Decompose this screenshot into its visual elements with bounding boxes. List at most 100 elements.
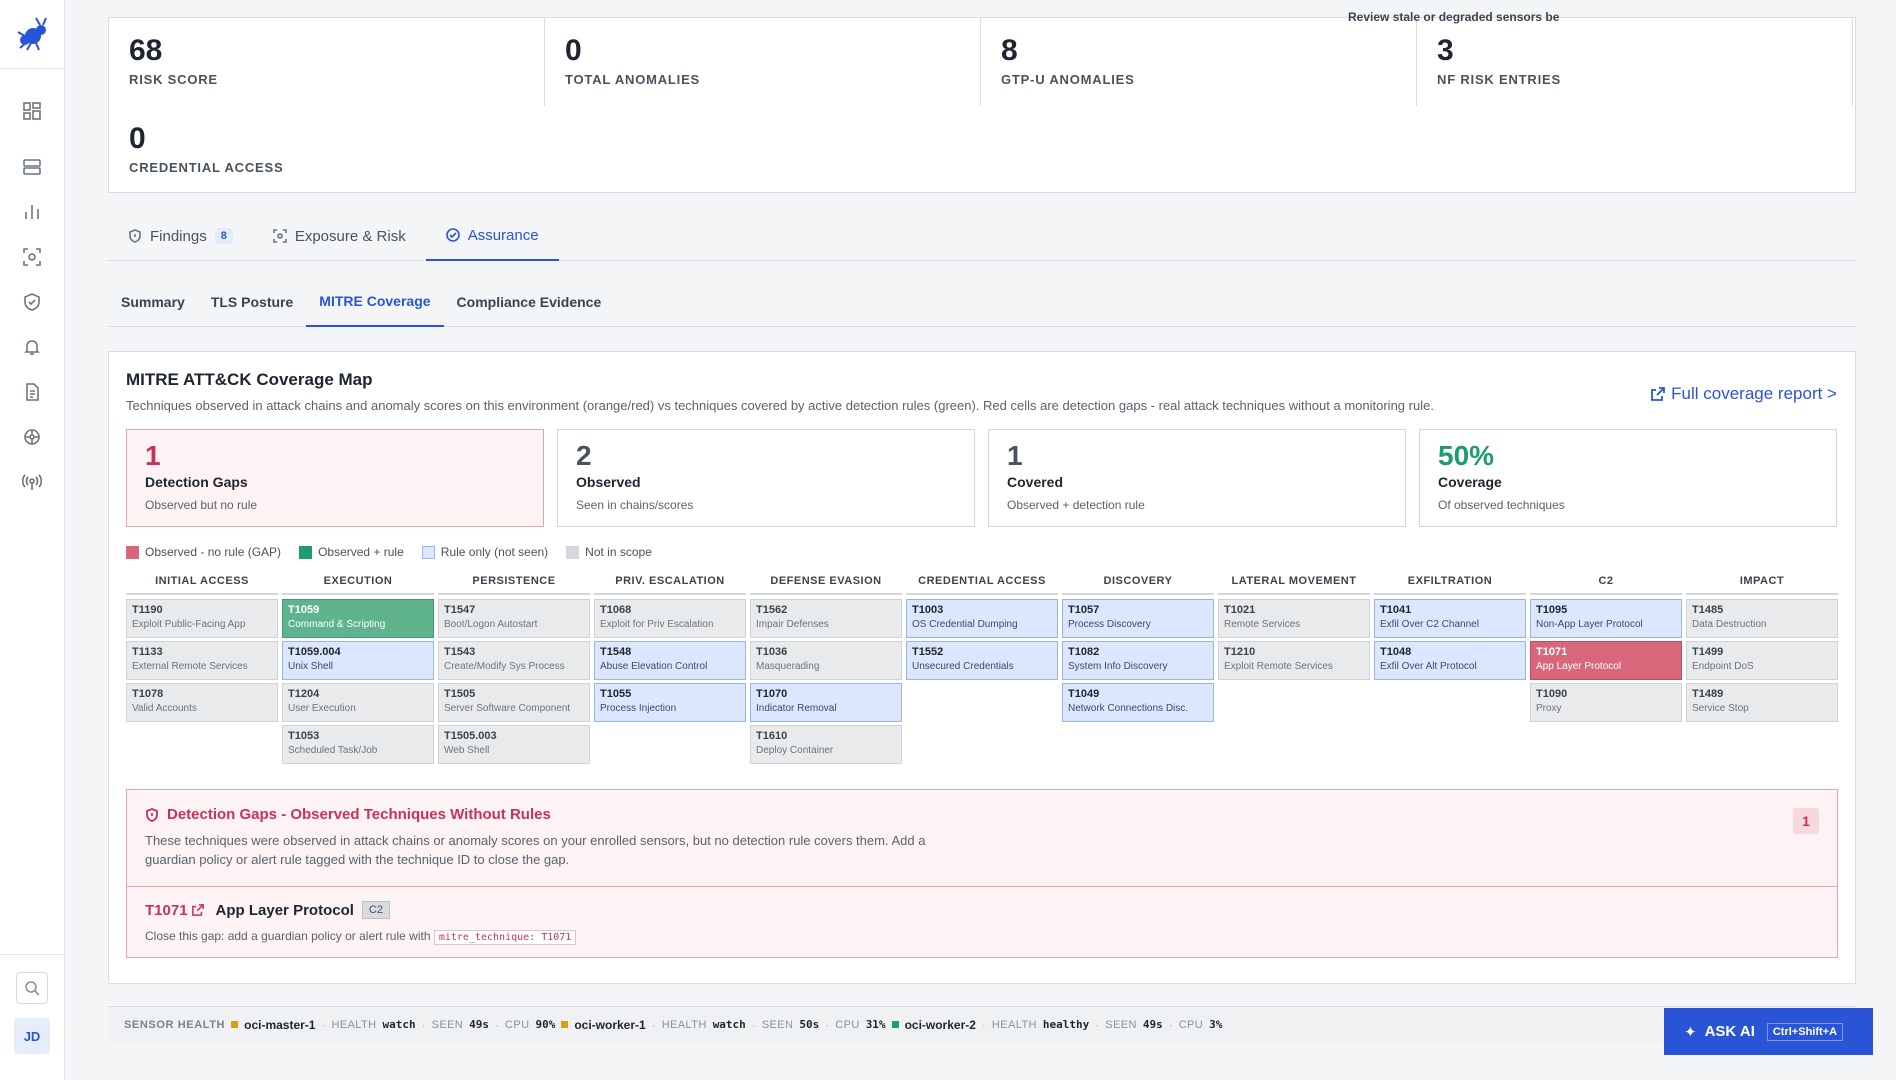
sidebar-search-button[interactable] [16, 972, 48, 1004]
gap-technique-link[interactable]: T1071 [145, 902, 204, 919]
tactic-column: C2 T1095 Non-App Layer Protocol T1071 App La… [1530, 575, 1682, 767]
ask-ai-shortcut: Ctrl+Shift+A [1766, 1022, 1844, 1041]
technique-id: T1059 [288, 604, 320, 616]
separator-dot: · [751, 1017, 756, 1032]
legend: Observed - no rule (GAP) Observed + rule R… [126, 545, 1838, 559]
technique-cell[interactable]: T1021 Remote Services [1218, 599, 1370, 638]
scan-icon[interactable] [20, 245, 44, 269]
tactic-column: PERSISTENCE T1547 Boot/Logon Autostart T154… [438, 575, 590, 767]
technique-id: T1095 [1536, 604, 1568, 616]
technique-cell[interactable]: T1048 Exfil Over Alt Protocol [1374, 641, 1526, 680]
tactic-column: INITIAL ACCESS T1190 Exploit Public-Facing… [126, 575, 278, 767]
sensor-health-label: SENSOR HEALTH [124, 1018, 226, 1031]
ask-ai-button[interactable]: ✦ ASK AI Ctrl+Shift+A [1664, 1008, 1873, 1055]
kpi-coverage: 50% Coverage Of observed techniques [1419, 429, 1837, 527]
technique-id: T1499 [1692, 646, 1724, 658]
kpi-covered: 1 Covered Observed + detection rule [988, 429, 1406, 527]
technique-id: T1041 [1380, 604, 1412, 616]
technique-cell[interactable]: T1059 Command & Scripting [282, 599, 434, 638]
technique-cell[interactable]: T1505 Server Software Component [438, 683, 590, 722]
technique-cell[interactable]: T1489 Service Stop [1686, 683, 1838, 722]
tab-findings[interactable]: Findings 8 [108, 211, 253, 261]
bar-chart-icon[interactable] [20, 200, 44, 224]
technique-name: Unsecured Credentials [912, 661, 1014, 672]
technique-id: T1204 [288, 688, 320, 700]
technique-cell[interactable]: T1090 Proxy [1530, 683, 1682, 722]
gap-hint: Close this gap: add a guardian policy or… [145, 929, 1819, 945]
technique-cell[interactable]: T1003 OS Credential Dumping [906, 599, 1058, 638]
technique-name: Exploit for Priv Escalation [600, 619, 714, 630]
technique-cell[interactable]: T1095 Non-App Layer Protocol [1530, 599, 1682, 638]
network-icon[interactable] [20, 425, 44, 449]
technique-cell[interactable]: T1505.003 Web Shell [438, 725, 590, 764]
legend-label: Not in scope [585, 545, 652, 559]
technique-cell[interactable]: T1499 Endpoint DoS [1686, 641, 1838, 680]
full-coverage-report-link[interactable]: Full coverage report > [1651, 384, 1837, 404]
technique-cell[interactable]: T1543 Create/Modify Sys Process [438, 641, 590, 680]
antenna-icon[interactable] [20, 470, 44, 494]
technique-name: Remote Services [1224, 619, 1301, 630]
technique-name: Scheduled Task/Job [288, 745, 378, 756]
legend-swatch [421, 545, 435, 559]
technique-id: T1070 [756, 688, 788, 700]
shield-icon[interactable] [20, 290, 44, 314]
technique-name: Non-App Layer Protocol [1536, 619, 1643, 630]
technique-cell[interactable]: T1059.004 Unix Shell [282, 641, 434, 680]
technique-cell[interactable]: T1562 Impair Defenses [750, 599, 902, 638]
technique-cell[interactable]: T1041 Exfil Over C2 Channel [1374, 599, 1526, 638]
technique-cell[interactable]: T1055 Process Injection [594, 683, 746, 722]
bell-icon[interactable] [20, 335, 44, 359]
tactic-column: EXFILTRATION T1041 Exfil Over C2 Channel T1… [1374, 575, 1526, 767]
technique-name: Network Connections Disc. [1068, 703, 1189, 714]
technique-cell[interactable]: T1049 Network Connections Disc. [1062, 683, 1214, 722]
technique-cell[interactable]: T1053 Scheduled Task/Job [282, 725, 434, 764]
technique-cell[interactable]: T1071 App Layer Protocol [1530, 641, 1682, 680]
technique-cell[interactable]: T1204 User Execution [282, 683, 434, 722]
legend-item: Not in scope [566, 545, 652, 559]
technique-cell[interactable]: T1547 Boot/Logon Autostart [438, 599, 590, 638]
document-icon[interactable] [20, 380, 44, 404]
sensor-status-dot [891, 1021, 899, 1028]
technique-cell[interactable]: T1485 Data Destruction [1686, 599, 1838, 638]
stat-nf-risk-entries: 3 NF RISK ENTRIES [1417, 18, 1853, 106]
technique-cell[interactable]: T1057 Process Discovery [1062, 599, 1214, 638]
subtab-mitre-coverage[interactable]: MITRE Coverage [306, 277, 444, 327]
stat-risk-score: 68 RISK SCORE [109, 18, 545, 106]
ant-logo-icon[interactable] [12, 14, 52, 54]
stat-label: CREDENTIAL ACCESS [129, 160, 284, 175]
tactic-header: INITIAL ACCESS [126, 575, 278, 595]
technique-cell[interactable]: T1068 Exploit for Priv Escalation [594, 599, 746, 638]
technique-cell[interactable]: T1552 Unsecured Credentials [906, 641, 1058, 680]
kpi-value: 1 [1007, 440, 1023, 471]
subtab-summary[interactable]: Summary [108, 277, 198, 327]
technique-cell[interactable]: T1210 Exploit Remote Services [1218, 641, 1370, 680]
servers-icon[interactable] [20, 155, 44, 179]
external-link-icon [1651, 387, 1666, 401]
technique-cell[interactable]: T1548 Abuse Elevation Control [594, 641, 746, 680]
avatar[interactable]: JD [14, 1018, 50, 1054]
technique-name: Deploy Container [756, 745, 834, 756]
technique-id: T1082 [1068, 646, 1100, 658]
cpu-value: 31% [865, 1018, 886, 1031]
legend-item: Observed - no rule (GAP) [126, 545, 281, 559]
subtab-compliance-evidence[interactable]: Compliance Evidence [444, 277, 615, 327]
tab-exposure-risk[interactable]: Exposure & Risk [253, 211, 426, 261]
sensor-status-dot [561, 1021, 569, 1028]
technique-cell[interactable]: T1036 Masquerading [750, 641, 902, 680]
technique-cell[interactable]: T1070 Indicator Removal [750, 683, 902, 722]
technique-cell[interactable]: T1133 External Remote Services [126, 641, 278, 680]
dashboard-icon[interactable] [20, 99, 44, 123]
ask-ai-label: ASK AI [1704, 1023, 1755, 1040]
technique-cell[interactable]: T1610 Deploy Container [750, 725, 902, 764]
technique-cell[interactable]: T1190 Exploit Public-Facing App [126, 599, 278, 638]
kpi-row: 1 Detection Gaps Observed but no rule 2 … [126, 429, 1838, 527]
technique-name: Proxy [1536, 703, 1562, 714]
tactic-header: IMPACT [1686, 575, 1838, 595]
tab-assurance[interactable]: Assurance [425, 211, 559, 261]
technique-id: T1489 [1692, 688, 1724, 700]
technique-id: T1133 [132, 646, 163, 658]
technique-cell[interactable]: T1082 System Info Discovery [1062, 641, 1214, 680]
technique-cell[interactable]: T1078 Valid Accounts [126, 683, 278, 722]
separator-dot: · [1168, 1017, 1173, 1032]
subtab-tls-posture[interactable]: TLS Posture [198, 277, 306, 327]
